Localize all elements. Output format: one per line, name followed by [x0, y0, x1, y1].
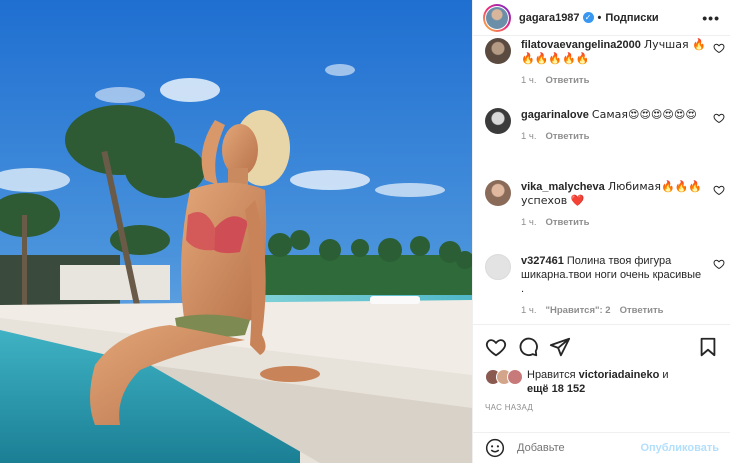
comment-time: 1 ч. — [521, 305, 537, 316]
comment-item: gagarinalove Самая😍😍😍😍😍😍 1 ч. Ответить — [485, 108, 725, 144]
reply-button[interactable]: Ответить — [546, 131, 590, 142]
share-paper-plane-icon[interactable] — [549, 336, 571, 358]
emoji-smile-icon[interactable] — [485, 438, 505, 458]
likes-summary: Нравится victoriadaineko и ещё 18 152 — [485, 368, 725, 396]
comment-like-heart-icon[interactable] — [713, 184, 725, 196]
beach-pool-photo — [0, 0, 472, 463]
verified-badge-icon: ✓ — [582, 12, 594, 23]
header-separator: • — [597, 11, 602, 24]
commenter-avatar[interactable] — [485, 180, 511, 206]
likes-prefix: Нравится — [527, 369, 576, 381]
comment-item: filatovaevangelina2000 Лучшая 🔥🔥🔥🔥🔥🔥 1 ч… — [485, 38, 725, 88]
commenter-avatar[interactable] — [485, 108, 511, 134]
author-avatar[interactable] — [483, 3, 511, 32]
comment-time: 1 ч. — [521, 75, 537, 86]
comment-text: Самая😍😍😍😍😍😍 — [591, 108, 697, 121]
commenter-username[interactable]: gagarinalove — [521, 109, 589, 121]
post-modal: gagara1987 ✓ • Подписки ••• filatovaevan… — [0, 0, 730, 463]
reply-button[interactable]: Ответить — [546, 217, 590, 228]
commenter-username[interactable]: vika_malycheva — [521, 181, 605, 193]
commenter-avatar[interactable] — [485, 38, 511, 64]
following-button[interactable]: Подписки — [605, 12, 658, 24]
add-comment-bar: Опубликовать — [473, 432, 730, 463]
publish-button[interactable]: Опубликовать — [640, 442, 719, 454]
comment-likes-count[interactable]: "Нравится": 2 — [546, 305, 611, 316]
comment-time: 1 ч. — [521, 131, 537, 142]
likers-avatars[interactable] — [485, 369, 525, 387]
comment-item: v327461 Полина твоя фигура шикарна.твои … — [485, 254, 725, 318]
commenter-username[interactable]: filatovaevangelina2000 — [521, 39, 641, 51]
comments-list[interactable]: filatovaevangelina2000 Лучшая 🔥🔥🔥🔥🔥🔥 1 ч… — [473, 36, 730, 324]
comment-like-heart-icon[interactable] — [713, 112, 725, 124]
post-timestamp[interactable]: ЧАС НАЗАД — [485, 403, 533, 412]
comment-like-heart-icon[interactable] — [713, 42, 725, 54]
liker-username[interactable]: victoriadaineko — [579, 369, 660, 381]
likes-and: и — [662, 369, 669, 381]
reply-button[interactable]: Ответить — [620, 305, 664, 316]
comment-bubble-icon[interactable] — [517, 336, 539, 358]
comment-item: vika_malycheva Любимая🔥🔥🔥 успехов ❤️ 1 ч… — [485, 180, 725, 230]
likes-count-link[interactable]: ещё 18 152 — [527, 383, 585, 395]
likes-text: Нравится victoriadaineko и ещё 18 152 — [527, 368, 669, 396]
post-actions-bar — [473, 324, 730, 368]
post-header: gagara1987 ✓ • Подписки ••• — [473, 0, 730, 36]
author-username[interactable]: gagara1987 — [519, 12, 580, 24]
post-side-panel: gagara1987 ✓ • Подписки ••• filatovaevan… — [472, 0, 730, 463]
commenter-username[interactable]: v327461 — [521, 255, 564, 267]
reply-button[interactable]: Ответить — [546, 75, 590, 86]
like-heart-icon[interactable] — [485, 336, 507, 358]
post-photo[interactable] — [0, 0, 472, 463]
commenter-avatar-placeholder[interactable] — [485, 254, 511, 280]
comment-input[interactable] — [517, 442, 637, 454]
comment-time: 1 ч. — [521, 217, 537, 228]
comment-like-heart-icon[interactable] — [713, 258, 725, 270]
save-bookmark-icon[interactable] — [697, 336, 719, 358]
more-options-icon[interactable]: ••• — [702, 10, 720, 26]
